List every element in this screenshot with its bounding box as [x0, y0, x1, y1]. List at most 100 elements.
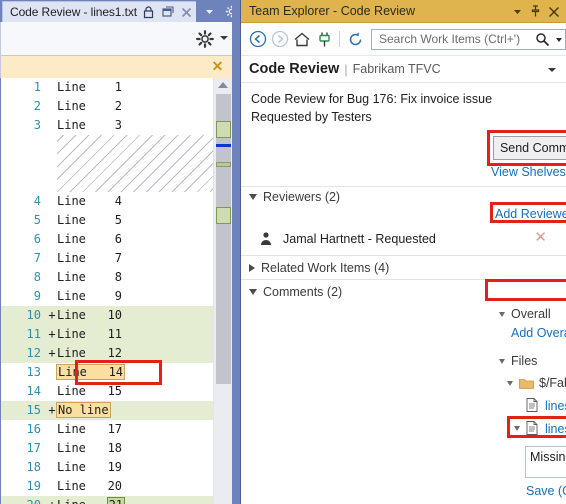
line-text: Line 1	[57, 80, 123, 94]
change-marker	[216, 121, 231, 138]
comments-section-header[interactable]: Comments (2)	[249, 285, 342, 299]
diff-content[interactable]: 1 Line 1 2 Line 2 3 Line 3 4 Line 4 5 Line 5 6 Line…	[1, 78, 213, 504]
chevron-down-icon[interactable]	[556, 37, 562, 42]
diff-line[interactable]: 9 Line 9	[1, 287, 213, 306]
chevron-down-icon[interactable]	[202, 4, 217, 19]
diff-line[interactable]: 20+Line 21	[1, 496, 213, 504]
scroll-up-arrow-icon[interactable]	[218, 82, 228, 88]
diff-line[interactable]: 4 Line 4	[1, 192, 213, 211]
diff-line[interactable]: 16 Line 17	[1, 420, 213, 439]
line-text: Line 17	[57, 422, 123, 436]
line-text: Line 19	[57, 460, 123, 474]
pin-icon[interactable]	[530, 5, 541, 18]
change-marker	[216, 207, 231, 224]
search-input[interactable]	[377, 31, 541, 47]
line-text: No line	[56, 401, 213, 420]
line-number: 16	[26, 422, 41, 436]
title-bar-controls	[512, 0, 560, 23]
file-item-lines-txt[interactable]: lines.txt	[526, 398, 566, 413]
reviewer-name: Jamal Hartnett - Requested	[283, 232, 436, 246]
diff-line[interactable]: 19 Line 20	[1, 477, 213, 496]
diff-line[interactable]: 2 Line 2	[1, 97, 213, 116]
chevron-down-icon	[499, 311, 505, 317]
line-text: Line 14	[55, 363, 213, 382]
chevron-down-icon[interactable]	[220, 36, 228, 40]
diff-line[interactable]: 8 Line 8	[1, 268, 213, 287]
comment-editor-textarea[interactable]	[525, 446, 566, 478]
add-overall-comment-label: Add Overall Comment	[511, 326, 566, 340]
related-work-items-section-header[interactable]: Related Work Items (4)	[249, 261, 389, 275]
chevron-down-icon	[249, 194, 257, 200]
diff-line[interactable]: 17 Line 18	[1, 439, 213, 458]
line-text: Line 20	[57, 479, 123, 493]
comment-editor-footer: Save (Ctrl+Enter) | Cancel | Line 13	[526, 484, 566, 498]
diff-line[interactable]: 3 Line 3	[1, 116, 213, 135]
line-number: 9	[33, 289, 41, 303]
home-icon[interactable]	[291, 28, 313, 50]
gear-icon[interactable]	[196, 30, 214, 48]
line-text: Line 6	[57, 232, 123, 246]
change-marker	[216, 162, 231, 167]
person-icon	[259, 231, 275, 247]
diff-line[interactable]: 18 Line 19	[1, 458, 213, 477]
editor-tab-strip: Code Review - lines1.txt	[0, 0, 240, 22]
float-window-icon[interactable]	[160, 5, 175, 20]
diff-editor-toolbar	[0, 22, 240, 56]
review-action-links: View Shelveset | Close Review | Actions	[491, 165, 566, 179]
diff-vertical-scrollbar[interactable]	[213, 78, 232, 504]
close-icon[interactable]	[548, 6, 560, 18]
save-comment-link[interactable]: Save (Ctrl+Enter)	[526, 484, 566, 498]
diff-marker: +	[48, 403, 56, 417]
search-icon[interactable]	[535, 32, 551, 48]
view-shelveset-link[interactable]: View Shelveset	[491, 165, 566, 179]
close-icon[interactable]: ✕	[534, 230, 547, 246]
line-text: Line 12	[57, 346, 123, 360]
add-reviewer-link[interactable]: Add Reviewer	[495, 207, 566, 221]
line-number: 1	[33, 80, 41, 94]
refresh-icon[interactable]	[344, 28, 366, 50]
diff-line[interactable]: 13 Line 14	[1, 363, 213, 382]
chevron-down-icon	[514, 426, 520, 431]
search-box[interactable]	[371, 28, 566, 50]
close-icon[interactable]: ✕	[211, 59, 224, 73]
files-group-header[interactable]: Files	[499, 354, 537, 368]
chevron-down-icon	[499, 358, 505, 364]
reviewers-header-label: Reviewers (2)	[263, 190, 341, 204]
plug-connect-icon[interactable]	[313, 28, 335, 50]
close-icon[interactable]	[179, 5, 194, 20]
line-number: 3	[33, 118, 41, 132]
file-name: lines.txt	[545, 398, 566, 413]
reviewer-list-item[interactable]: Jamal Hartnett - Requested ✕	[259, 228, 559, 250]
line-number: 6	[33, 232, 41, 246]
comments-header-label: Comments (2)	[263, 285, 343, 299]
add-overall-comment-link[interactable]: Add Overall Comment	[511, 326, 566, 340]
diff-line[interactable]: 1 Line 1	[1, 78, 213, 97]
line-text: Line 15	[57, 384, 123, 398]
diff-line[interactable]: 5 Line 5	[1, 211, 213, 230]
diff-line[interactable]: 15 + No line	[1, 401, 213, 420]
send-comments-button[interactable]: Send Comments	[493, 136, 566, 160]
tab-code-review-lines1[interactable]: Code Review - lines1.txt	[2, 1, 199, 22]
panel-splitter[interactable]	[232, 0, 240, 504]
diff-line[interactable]: 10 + Line 10	[1, 306, 213, 325]
line-number: 17	[26, 441, 41, 455]
line-text: Line 2	[57, 99, 123, 113]
chevron-down-icon[interactable]	[548, 68, 556, 72]
files-label: Files	[511, 354, 538, 368]
diff-line[interactable]: 11 + Line 11	[1, 325, 213, 344]
team-explorer-panel: Team Explorer - Code Review Search Work …	[240, 0, 566, 504]
overall-label: Overall	[511, 307, 551, 321]
line-number: 14	[26, 384, 41, 398]
forward-arrow-icon[interactable]	[269, 28, 291, 50]
diff-line[interactable]: 7 Line 7	[1, 249, 213, 268]
chevron-down-icon[interactable]	[512, 6, 523, 17]
files-root-folder[interactable]: $/Fabrikam TFVC	[507, 376, 566, 390]
back-arrow-icon[interactable]	[247, 28, 269, 50]
diff-line[interactable]: 12 + Line 12	[1, 344, 213, 363]
file-item-lines1-txt[interactable]: lines1.txt	[514, 421, 566, 436]
diff-line[interactable]: 6 Line 6	[1, 230, 213, 249]
overall-group-header[interactable]: Overall	[499, 307, 551, 321]
reviewers-section-header[interactable]: Reviewers (2)	[249, 190, 340, 204]
file-icon	[526, 421, 539, 436]
diff-line[interactable]: 14 Line 15	[1, 382, 213, 401]
